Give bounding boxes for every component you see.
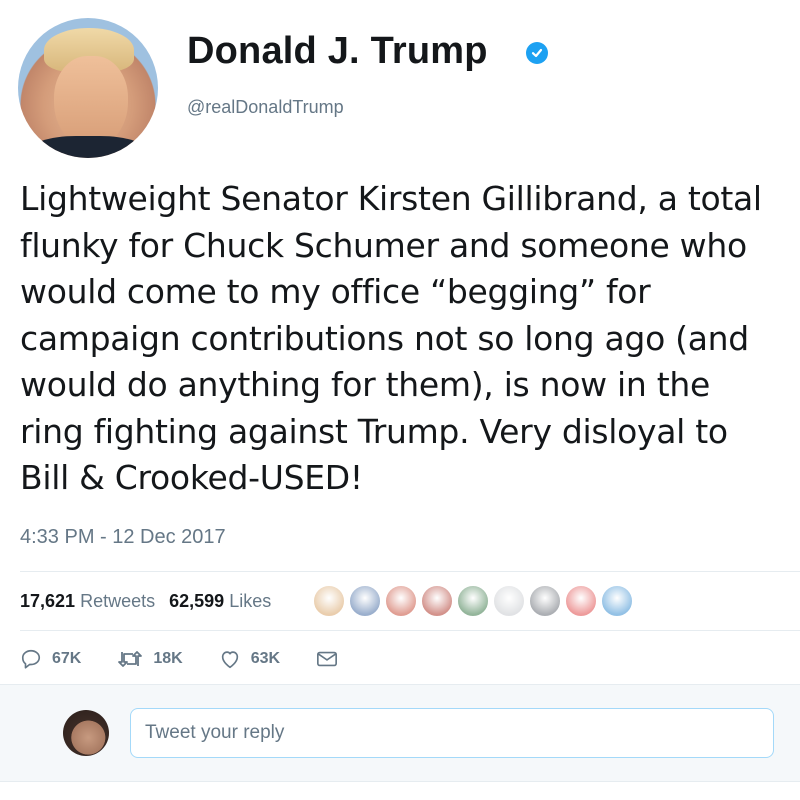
tweet-text-line: ring fighting against Trump. Very disloy… <box>20 411 728 451</box>
liker-avatars <box>313 585 637 617</box>
reply-count: 67K <box>52 650 82 667</box>
like-count: 63K <box>250 650 281 667</box>
tweet-timestamp[interactable]: 4:33 PM - 12 Dec 2017 <box>20 526 226 549</box>
like-button[interactable]: 63K <box>219 648 280 670</box>
display-name[interactable]: Donald J. Trump <box>187 30 488 73</box>
tweet-text-line: campaign contributions not so long ago (… <box>20 318 749 358</box>
likes-stat[interactable]: 62,599 Likes <box>169 591 271 612</box>
likes-label: Likes <box>229 591 272 611</box>
user-handle[interactable]: @realDonaldTrump <box>187 97 344 118</box>
avatar-face <box>54 56 128 148</box>
tweet-text-line: Lightweight Senator Kirsten Gillibrand, … <box>20 179 762 218</box>
profile-avatar[interactable] <box>18 18 158 158</box>
liker-avatar[interactable] <box>349 585 381 617</box>
reply-user-avatar[interactable] <box>63 710 109 756</box>
avatar-suit <box>28 136 148 158</box>
liker-avatar[interactable] <box>385 585 417 617</box>
tweet-text-line: would do anything for them), is now in t… <box>20 365 710 404</box>
divider <box>20 571 800 572</box>
liker-avatar[interactable] <box>457 585 489 617</box>
tweet-text: Lightweight Senator Kirsten Gillibrand, … <box>20 176 795 502</box>
liker-avatar[interactable] <box>601 585 633 617</box>
reply-button[interactable]: 67K <box>20 648 81 670</box>
liker-avatar[interactable] <box>421 585 453 617</box>
retweet-icon <box>118 651 143 667</box>
retweets-label: Retweets <box>80 591 156 611</box>
retweets-stat[interactable]: 17,621 Retweets <box>20 591 155 612</box>
tweet-stats: 17,621 Retweets 62,599 Likes <box>20 591 285 612</box>
divider <box>20 630 800 631</box>
envelope-icon <box>317 651 338 667</box>
retweet-count: 18K <box>153 650 183 667</box>
reply-input[interactable]: Tweet your reply <box>130 708 774 758</box>
message-button[interactable] <box>316 649 348 669</box>
tweet-text-line: would come to my office “begging” for <box>20 272 651 311</box>
liker-avatar[interactable] <box>565 585 597 617</box>
tweet-actions: 67K 18K 63K <box>20 648 384 670</box>
reply-icon <box>21 649 41 669</box>
verified-badge-icon <box>526 42 548 64</box>
retweet-button[interactable]: 18K <box>117 648 183 670</box>
tweet-text-line: Bill & Crooked-USED! <box>20 458 363 497</box>
liker-avatar[interactable] <box>529 585 561 617</box>
tweet-text-line: flunky for Chuck Schumer and someone who <box>20 225 747 265</box>
likes-count: 62,599 <box>169 591 225 611</box>
heart-icon <box>221 651 238 669</box>
retweets-count: 17,621 <box>20 591 76 611</box>
liker-avatar[interactable] <box>313 585 345 617</box>
liker-avatar[interactable] <box>493 585 525 617</box>
